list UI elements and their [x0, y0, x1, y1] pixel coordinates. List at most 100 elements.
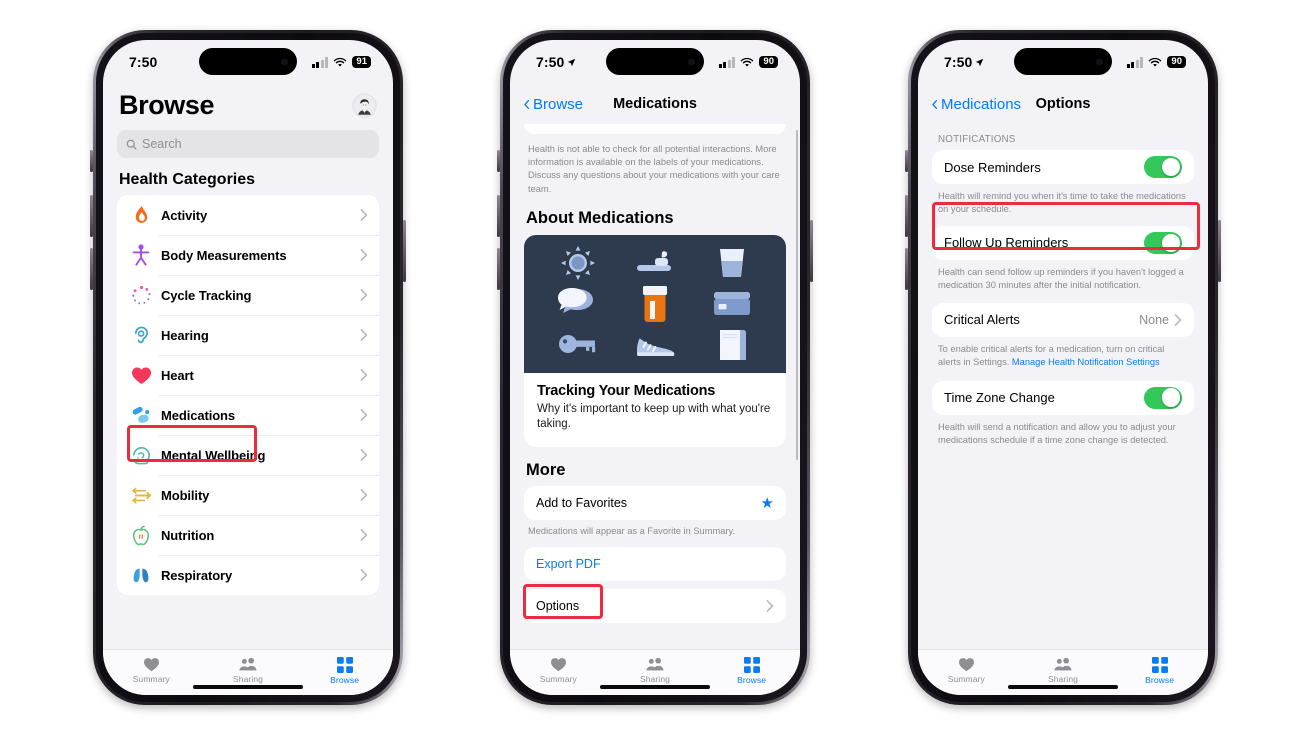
apple-icon [129, 523, 153, 547]
pill-bottle-icon [642, 285, 667, 322]
sidebar-item-label: Activity [161, 207, 208, 223]
sidebar-item-heart[interactable]: Heart [117, 355, 379, 395]
volume-down-button[interactable] [905, 248, 908, 290]
row-label: Dose Reminders [944, 159, 1041, 175]
grid-icon [336, 656, 353, 673]
sidebar-item-mental-wellbeing[interactable]: Mental Wellbeing [117, 435, 379, 475]
cellular-signal-icon [1126, 56, 1144, 68]
manage-notification-settings-link[interactable]: Manage Health Notification Settings [1012, 357, 1160, 367]
dose-reminders-toggle[interactable] [1144, 156, 1182, 178]
chevron-right-icon [360, 249, 368, 261]
sidebar-item-activity[interactable]: Activity [117, 195, 379, 235]
chevron-right-icon [360, 569, 368, 581]
time-zone-change-toggle[interactable] [1144, 386, 1182, 409]
ear-icon [129, 323, 153, 347]
cellular-signal-icon [718, 56, 736, 68]
status-time: 7:50 [536, 54, 576, 70]
tab-summary[interactable]: Summary [116, 657, 186, 684]
tab-label: Summary [132, 674, 170, 684]
chevron-right-icon [360, 449, 368, 461]
dose-reminders-note: Health will remind you when it's time to… [938, 191, 1186, 215]
home-indicator[interactable] [600, 685, 710, 689]
sidebar-item-hearing[interactable]: Hearing [117, 315, 379, 355]
tab-sharing[interactable]: Sharing [620, 657, 690, 684]
volume-up-button[interactable] [497, 195, 500, 237]
tab-browse[interactable]: Browse [310, 656, 380, 685]
article-subtitle: Why it's important to keep up with what … [537, 402, 771, 431]
star-icon[interactable]: ★ [761, 494, 774, 512]
sidebar-item-mobility[interactable]: Mobility [117, 475, 379, 515]
page-title-row: Browse [103, 84, 393, 123]
options-row[interactable]: Options [524, 588, 786, 623]
options-scroll-body[interactable]: NOTIFICATIONS Dose Reminders Health will… [918, 124, 1208, 649]
power-button[interactable] [1218, 220, 1221, 282]
partial-card-above [524, 124, 786, 134]
row-label: Add to Favorites [536, 495, 628, 510]
brain-head-icon [129, 443, 153, 467]
tab-summary[interactable]: Summary [931, 657, 1001, 684]
sidebar-item-medications[interactable]: Medications [117, 395, 379, 435]
status-bar: 7:50 90 [918, 40, 1208, 84]
article-card[interactable]: Tracking Your Medications Why it's impor… [524, 234, 786, 447]
time-zone-change-row[interactable]: Time Zone Change [932, 380, 1194, 415]
tab-label: Summary [539, 674, 577, 684]
volume-up-button[interactable] [905, 195, 908, 237]
activity-flame-icon [129, 203, 153, 227]
avatar[interactable] [352, 93, 377, 118]
mute-button[interactable] [90, 150, 93, 172]
home-indicator[interactable] [193, 685, 303, 689]
chevron-right-icon [360, 409, 368, 421]
volume-down-button[interactable] [90, 248, 93, 290]
search-input[interactable]: Search [117, 130, 379, 158]
chevron-right-icon [360, 489, 368, 501]
sidebar-item-respiratory[interactable]: Respiratory [117, 555, 379, 595]
medications-scroll-body[interactable]: Health is not able to check for all pote… [510, 124, 800, 649]
page-title: Browse [119, 90, 215, 120]
add-to-favorites-row[interactable]: Add to Favorites ★ [524, 485, 786, 520]
scrollbar[interactable] [795, 130, 798, 460]
tab-summary[interactable]: Summary [523, 657, 593, 684]
follow-up-reminders-toggle[interactable] [1144, 231, 1182, 254]
interaction-footnote: Health is not able to check for all pote… [528, 144, 780, 194]
mute-button[interactable] [497, 150, 500, 172]
phone-medications: 7:50 90 Browse Medications Health is not… [497, 30, 813, 705]
body-figure-icon [129, 243, 153, 267]
sidebar-item-nutrition[interactable]: Nutrition [117, 515, 379, 555]
row-label: Export PDF [536, 556, 601, 571]
tab-browse[interactable]: Browse [717, 656, 787, 685]
power-button[interactable] [403, 220, 406, 282]
people-icon [1054, 657, 1073, 671]
browse-scroll-body[interactable]: Browse Search Health Categories Activity… [103, 84, 393, 649]
dynamic-island [199, 48, 297, 75]
battery-indicator: 91 [352, 55, 371, 69]
home-indicator[interactable] [1008, 685, 1118, 689]
front-camera [281, 58, 288, 65]
critical-alerts-row[interactable]: Critical Alerts None [932, 302, 1194, 337]
dose-reminders-row[interactable]: Dose Reminders [932, 150, 1194, 184]
mute-button[interactable] [905, 150, 908, 172]
mobility-arrows-icon [129, 483, 153, 507]
export-pdf-row[interactable]: Export PDF [524, 546, 786, 581]
group-header-notifications: NOTIFICATIONS [938, 134, 1016, 145]
key-icon [559, 335, 596, 354]
tab-label: Sharing [1047, 674, 1078, 684]
sidebar-item-cycle-tracking[interactable]: Cycle Tracking [117, 275, 379, 315]
volume-up-button[interactable] [90, 195, 93, 237]
back-button[interactable]: Browse [522, 96, 583, 113]
back-button[interactable]: Medications [930, 96, 1021, 113]
chevron-right-icon [360, 289, 368, 301]
sidebar-item-body-measurements[interactable]: Body Measurements [117, 235, 379, 275]
grid-icon [1151, 656, 1168, 673]
tab-sharing[interactable]: Sharing [1028, 657, 1098, 684]
battery-indicator: 90 [759, 55, 778, 69]
sidebar-item-label: Medications [161, 407, 236, 423]
memoji-icon [354, 95, 375, 116]
tab-label: Browse [1145, 674, 1175, 685]
tab-browse[interactable]: Browse [1125, 656, 1195, 685]
power-button[interactable] [810, 220, 813, 282]
volume-down-button[interactable] [497, 248, 500, 290]
tab-sharing[interactable]: Sharing [213, 657, 283, 684]
follow-up-reminders-row[interactable]: Follow Up Reminders [932, 225, 1194, 260]
battery-indicator: 90 [1167, 55, 1186, 69]
article-title: Tracking Your Medications [537, 382, 716, 399]
